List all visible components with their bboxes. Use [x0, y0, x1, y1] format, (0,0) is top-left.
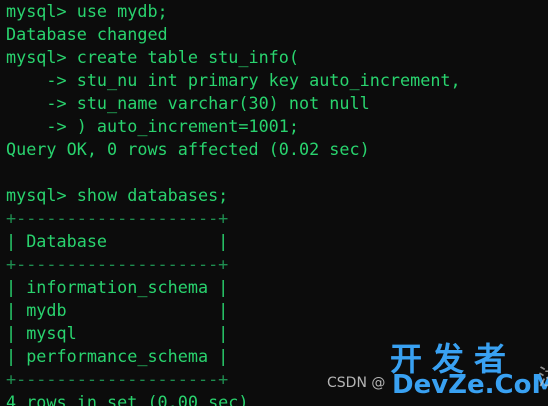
devze-watermark: DevZe.CoM: [392, 370, 548, 400]
terminal-line-db-changed: Database changed: [6, 24, 168, 44]
terminal-line-auto-increment: -> ) auto_increment=1001;: [6, 116, 299, 136]
csdn-watermark: CSDN @: [327, 375, 386, 391]
table-border-top: +--------------------+: [6, 208, 229, 228]
table-row-information-schema: | information_schema |: [6, 277, 229, 297]
terminal-line-col-stu-name: -> stu_name varchar(30) not null: [6, 93, 370, 113]
terminal-line-show-databases: mysql> show databases;: [6, 185, 229, 205]
terminal-line-create-table: mysql> create table stu_info(: [6, 47, 299, 67]
terminal-line-col-stu-nu: -> stu_nu int primary key auto_increment…: [6, 70, 461, 90]
table-border-bottom: +--------------------+: [6, 369, 229, 389]
table-row-mysql: | mysql |: [6, 323, 229, 343]
table-row-performance-schema: | performance_schema |: [6, 346, 229, 366]
terminal-line-query-ok: Query OK, 0 rows affected (0.02 sec): [6, 139, 370, 159]
edge-watermark-glyph: 注: [538, 360, 548, 392]
table-row-mydb: | mydb |: [6, 300, 229, 320]
terminal-line-use-mydb: mysql> use mydb;: [6, 1, 168, 21]
terminal-line-rows-in-set: 4 rows in set (0.00 sec): [6, 392, 249, 406]
table-border-header: +--------------------+: [6, 254, 229, 274]
table-header-database: | Database |: [6, 231, 229, 251]
terminal-window[interactable]: mysql> use mydb; Database changed mysql>…: [0, 0, 548, 406]
